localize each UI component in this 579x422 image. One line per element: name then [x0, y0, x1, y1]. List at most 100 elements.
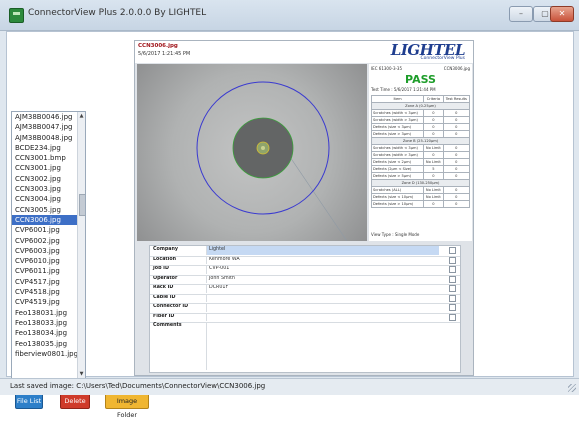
results-column-header: Item — [370, 95, 425, 103]
scroll-thumb[interactable] — [79, 194, 85, 216]
file-list-item[interactable]: CVP4517.jpg — [12, 277, 85, 287]
file-list-item[interactable]: CVP4519.jpg — [12, 297, 85, 307]
status-bar: Last saved image: C:\Users\Ted\Documents… — [0, 378, 579, 395]
core-center — [261, 146, 265, 150]
include-checkbox[interactable] — [449, 294, 456, 302]
results-cell: 0 — [442, 123, 471, 131]
file-list-item[interactable]: BCDE234.jpg — [12, 143, 85, 153]
file-list-item[interactable]: CCN3003.jpg — [12, 184, 85, 194]
file-list-item[interactable]: CVP4518.jpg — [12, 287, 85, 297]
results-cell: 0 — [423, 172, 444, 180]
results-cell: Scratches (width > 3μm) — [370, 116, 425, 124]
results-cell: No Limit — [423, 144, 444, 152]
results-cell: Scratches (ALL) — [370, 186, 425, 194]
info-label: Operator — [153, 275, 178, 281]
file-list-item[interactable]: CVP6010.jpg — [12, 256, 85, 266]
results-cell: 0 — [442, 200, 471, 208]
file-list-button[interactable]: File List — [15, 393, 43, 409]
file-list-item[interactable]: fiberview0801.jpg — [12, 349, 85, 359]
app-icon — [9, 8, 24, 23]
results-cell: No Limit — [423, 186, 444, 194]
image-folder-button[interactable]: Image Folder — [105, 393, 149, 419]
file-list-item[interactable]: CVP6001.jpg — [12, 225, 85, 235]
file-list-item[interactable]: AJM38B0047.jpg — [12, 122, 85, 132]
info-label: Connector ID — [153, 304, 189, 309]
include-checkbox[interactable] — [449, 313, 456, 321]
pass-status: PASS — [405, 73, 436, 86]
results-row: Defects (size < 10μm) No Limit 0 — [370, 193, 471, 201]
info-value-field[interactable]: DCR01F — [206, 284, 439, 293]
comments-value[interactable] — [206, 322, 439, 370]
results-cell: Scratches (width < 3μm) — [370, 109, 425, 117]
file-list-scrollbar[interactable]: ▲ ▼ — [77, 112, 85, 378]
info-row: Location Kenmore WA — [150, 255, 460, 266]
file-list-item[interactable]: Feo138033.jpg — [12, 318, 85, 328]
info-value-field[interactable]: Kenmore WA — [206, 255, 439, 264]
test-time: Test Time : 5/6/2017 1:21:44 PM — [371, 87, 436, 92]
results-cell: 0 — [442, 193, 471, 201]
info-value-field[interactable] — [206, 312, 439, 321]
results-row: Scratches (width < 3μm) 0 0 — [370, 109, 471, 117]
scroll-down-icon[interactable]: ▼ — [78, 370, 85, 378]
minimize-button[interactable]: – — [509, 6, 533, 22]
file-list-item[interactable]: CCN3004.jpg — [12, 194, 85, 204]
info-value-field[interactable] — [206, 293, 439, 302]
results-column-header: Test Results — [442, 95, 471, 103]
file-list-item[interactable]: AJM38B0048.jpg — [12, 133, 85, 143]
include-checkbox[interactable] — [449, 247, 456, 254]
info-label: Location — [153, 256, 177, 262]
include-checkbox[interactable] — [449, 304, 456, 311]
file-list[interactable]: AJM38B0046.jpg AJM38B0047.jpg AJM38B0048.j… — [11, 111, 86, 379]
results-cell: 0 — [442, 186, 471, 194]
file-list-item[interactable]: CCN3005.jpg — [12, 205, 85, 215]
results-cell: 0 — [442, 172, 471, 180]
results-cell: 0 — [442, 109, 471, 117]
zone-title: Zone A (0-25μm) — [371, 102, 470, 110]
info-row: Connector ID — [150, 303, 460, 314]
scroll-up-icon[interactable]: ▲ — [78, 112, 85, 120]
results-table: Item Criteria Test Results Zone A (0-25μm) S… — [370, 95, 471, 208]
results-cell: 0 — [423, 109, 444, 117]
include-checkbox[interactable] — [449, 275, 456, 283]
results-header: IEC 61300-3-35 CCN3006.jpg — [371, 66, 470, 71]
file-list-item[interactable]: Feo138034.jpg — [12, 328, 85, 338]
results-cell: Defects (size < 3μm) — [370, 123, 425, 131]
results-cell: 0 — [423, 130, 444, 138]
file-list-item[interactable]: CCN3006.jpg — [12, 214, 85, 226]
results-row: Defects (size < 3μm) 0 0 — [370, 123, 471, 131]
info-form: Fiber ID Connector ID Cable ID Rack ID DCR01… — [149, 245, 461, 373]
info-value-field[interactable]: John Smith — [206, 274, 439, 283]
results-cell: Scratches (width > 3μm) — [370, 151, 425, 159]
results-cell: 5 — [423, 165, 444, 173]
info-label: Rack ID — [153, 285, 174, 290]
info-row: Rack ID DCR01F — [150, 284, 460, 295]
close-button[interactable]: ✕ — [550, 6, 574, 22]
results-file-name: CCN3006.jpg — [443, 66, 470, 71]
results-cell: Defects (size > 10μm) — [370, 200, 425, 208]
info-value-field[interactable]: Lightel — [206, 246, 439, 255]
title-bar: ConnectorView Plus 2.0.0.0 By LIGHTEL – … — [0, 0, 579, 31]
delete-button[interactable]: Delete — [60, 393, 90, 409]
file-list-item[interactable]: CVP6011.jpg — [12, 266, 85, 276]
include-checkbox[interactable] — [449, 256, 456, 264]
file-list-item[interactable]: CCN3001.bmp — [12, 153, 85, 163]
resize-grip-icon[interactable] — [568, 384, 576, 392]
include-checkbox[interactable] — [449, 285, 456, 292]
info-label: Fiber ID — [153, 313, 175, 319]
results-row: Scratches (width > 3μm) 0 0 — [370, 151, 471, 159]
file-list-item[interactable]: CCN3001.jpg — [12, 163, 85, 173]
file-list-item[interactable]: CVP6002.jpg — [12, 236, 85, 246]
results-cell: 0 — [442, 151, 471, 159]
info-value-field[interactable] — [206, 303, 439, 312]
file-list-item[interactable]: CVP6003.jpg — [12, 246, 85, 256]
include-checkbox[interactable] — [449, 266, 456, 273]
info-label: Company — [153, 247, 179, 252]
file-list-item[interactable]: AJM38B0046.jpg — [12, 112, 85, 122]
info-value-field[interactable]: CVP-001 — [206, 265, 439, 274]
comments-field[interactable]: Comments — [150, 322, 460, 372]
info-row: Cable ID — [150, 293, 460, 304]
file-list-item[interactable]: CCN3002.jpg — [12, 174, 85, 184]
file-list-item[interactable]: Feo138031.jpg — [12, 308, 85, 318]
file-list-item[interactable]: Feo138035.jpg — [12, 339, 85, 349]
results-cell: Defects (size > 3μm) — [370, 130, 425, 138]
